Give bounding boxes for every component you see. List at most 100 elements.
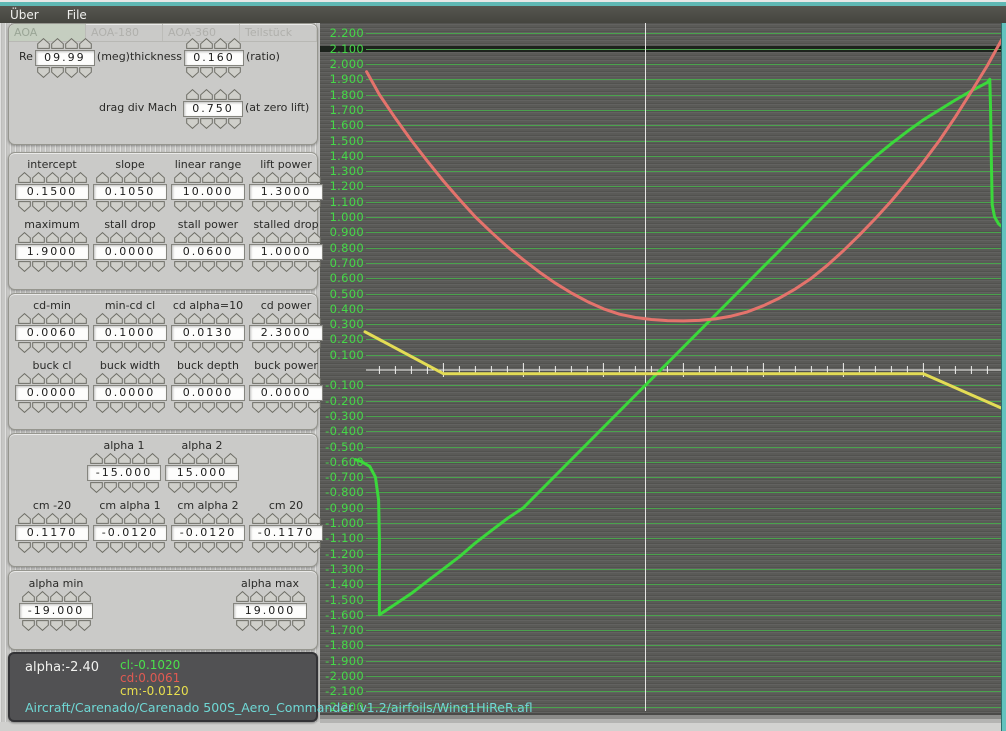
spin-up-arrow[interactable] — [215, 231, 229, 243]
spin-up-arrow[interactable] — [229, 312, 243, 324]
tab-teilst-ck[interactable]: Teilstück — [240, 24, 317, 41]
spin-up-arrow[interactable] — [123, 231, 137, 243]
spin-up-arrow[interactable] — [187, 372, 201, 384]
spin-up-arrow[interactable] — [195, 452, 209, 464]
spin-up-arrow[interactable] — [21, 590, 35, 602]
spin-up-arrow[interactable] — [95, 312, 109, 324]
spin-up-arrow[interactable] — [201, 372, 215, 384]
spin-up-arrow[interactable] — [45, 512, 59, 524]
value-field[interactable]: 0.0600 — [171, 244, 245, 260]
spin-down-arrow[interactable] — [293, 542, 307, 554]
spin-down-arrow[interactable] — [279, 201, 293, 213]
spin-down-arrow[interactable] — [17, 542, 31, 554]
spin-up-arrow[interactable] — [229, 231, 243, 243]
spin-down-arrow[interactable] — [229, 402, 243, 414]
spin-down-arrow[interactable] — [293, 402, 307, 414]
spin-up-arrow[interactable] — [131, 452, 145, 464]
spin-down-arrow[interactable] — [35, 620, 49, 632]
spin-down-arrow[interactable] — [73, 201, 87, 213]
spin-down-arrow[interactable] — [251, 402, 265, 414]
spin-up-arrow[interactable] — [151, 231, 165, 243]
spin-down-arrow[interactable] — [229, 342, 243, 354]
spin-down-arrow[interactable] — [227, 118, 241, 130]
value-field[interactable]: -15.000 — [87, 465, 161, 481]
spin-up-arrow[interactable] — [137, 171, 151, 183]
spin-down-arrow[interactable] — [215, 542, 229, 554]
spin-up-arrow[interactable] — [291, 590, 305, 602]
spin-down-arrow[interactable] — [109, 542, 123, 554]
spin-up-arrow[interactable] — [200, 37, 214, 49]
value-field[interactable]: 1.0000 — [249, 244, 323, 260]
value-field[interactable]: 0.0000 — [93, 244, 167, 260]
spin-down-arrow[interactable] — [213, 118, 227, 130]
spin-down-arrow[interactable] — [235, 620, 249, 632]
spin-up-arrow[interactable] — [201, 312, 215, 324]
spin-up-arrow[interactable] — [187, 512, 201, 524]
spin-down-arrow[interactable] — [229, 261, 243, 273]
spin-down-arrow[interactable] — [251, 542, 265, 554]
spin-down-arrow[interactable] — [277, 620, 291, 632]
spin-up-arrow[interactable] — [31, 171, 45, 183]
value-field[interactable]: 19.000 — [233, 603, 307, 619]
spin-down-arrow[interactable] — [173, 201, 187, 213]
spin-up-arrow[interactable] — [223, 452, 237, 464]
spin-up-arrow[interactable] — [31, 312, 45, 324]
spin-up-arrow[interactable] — [227, 88, 241, 100]
value-field[interactable]: 0.0000 — [249, 385, 323, 401]
spin-up-arrow[interactable] — [187, 312, 201, 324]
value-field[interactable]: -19.000 — [19, 603, 93, 619]
value-field[interactable]: -0.0120 — [93, 525, 167, 541]
spin-down-arrow[interactable] — [199, 118, 213, 130]
spin-up-arrow[interactable] — [251, 171, 265, 183]
spin-up-arrow[interactable] — [279, 372, 293, 384]
spin-up-arrow[interactable] — [35, 590, 49, 602]
spin-down-arrow[interactable] — [77, 620, 91, 632]
spin-down-arrow[interactable] — [45, 261, 59, 273]
spin-up-arrow[interactable] — [167, 452, 181, 464]
spin-down-arrow[interactable] — [223, 482, 237, 494]
spin-up-arrow[interactable] — [173, 312, 187, 324]
spin-up-arrow[interactable] — [181, 452, 195, 464]
spin-down-arrow[interactable] — [63, 620, 77, 632]
spin-up-arrow[interactable] — [73, 171, 87, 183]
spin-down-arrow[interactable] — [187, 201, 201, 213]
airfoil-polar-plot[interactable]: 2.200 2.100 2.000 1.900 1.800 1.700 1.600 1.500… — [320, 23, 1006, 714]
spin-up-arrow[interactable] — [187, 231, 201, 243]
value-field[interactable]: 1.3000 — [249, 184, 323, 200]
spin-up-arrow[interactable] — [201, 171, 215, 183]
spin-up-arrow[interactable] — [65, 37, 79, 49]
spin-down-arrow[interactable] — [17, 201, 31, 213]
spin-up-arrow[interactable] — [109, 372, 123, 384]
spin-up-arrow[interactable] — [279, 231, 293, 243]
spin-down-arrow[interactable] — [251, 261, 265, 273]
spin-up-arrow[interactable] — [123, 512, 137, 524]
spin-down-arrow[interactable] — [249, 620, 263, 632]
spin-up-arrow[interactable] — [265, 312, 279, 324]
spin-up-arrow[interactable] — [251, 312, 265, 324]
spin-down-arrow[interactable] — [65, 67, 79, 79]
tab-aoa-180[interactable]: AOA-180 — [86, 24, 163, 41]
menu-item-about[interactable]: Über — [0, 8, 53, 22]
spin-down-arrow[interactable] — [215, 261, 229, 273]
spin-up-arrow[interactable] — [73, 231, 87, 243]
value-field[interactable]: 2.3000 — [249, 325, 323, 341]
spin-up-arrow[interactable] — [59, 372, 73, 384]
spin-up-arrow[interactable] — [17, 312, 31, 324]
value-field[interactable]: 0.1500 — [15, 184, 89, 200]
spin-up-arrow[interactable] — [109, 231, 123, 243]
spin-down-arrow[interactable] — [137, 542, 151, 554]
spin-down-arrow[interactable] — [181, 482, 195, 494]
spin-down-arrow[interactable] — [79, 67, 93, 79]
spin-up-arrow[interactable] — [228, 37, 242, 49]
spin-down-arrow[interactable] — [95, 402, 109, 414]
spin-up-arrow[interactable] — [137, 372, 151, 384]
spin-down-arrow[interactable] — [45, 542, 59, 554]
spin-up-arrow[interactable] — [95, 171, 109, 183]
spin-down-arrow[interactable] — [173, 542, 187, 554]
spin-up-arrow[interactable] — [17, 231, 31, 243]
spin-up-arrow[interactable] — [151, 512, 165, 524]
spin-down-arrow[interactable] — [173, 342, 187, 354]
spin-down-arrow[interactable] — [263, 620, 277, 632]
spin-down-arrow[interactable] — [95, 201, 109, 213]
value-field[interactable]: 10.000 — [171, 184, 245, 200]
